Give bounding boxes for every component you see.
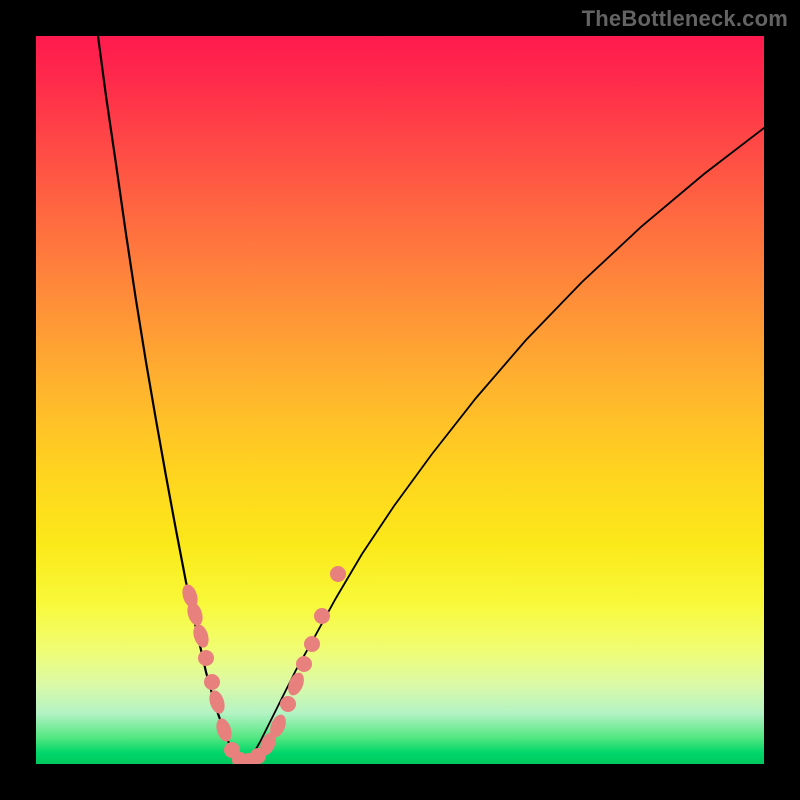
data-point (330, 566, 346, 582)
data-point (214, 716, 235, 743)
data-point (207, 688, 228, 715)
data-point (314, 608, 330, 624)
watermark-text: TheBottleneck.com (582, 6, 788, 32)
curve-layer (36, 36, 764, 764)
chart-frame: TheBottleneck.com (0, 0, 800, 800)
data-point (204, 674, 220, 690)
data-points (180, 566, 346, 764)
curve-left-branch (98, 36, 246, 764)
data-point (296, 656, 312, 672)
data-point (304, 636, 320, 652)
plot-area (36, 36, 764, 764)
curve-right-branch (246, 128, 764, 764)
data-point (198, 650, 214, 666)
data-point (191, 622, 212, 649)
data-point (280, 696, 296, 712)
